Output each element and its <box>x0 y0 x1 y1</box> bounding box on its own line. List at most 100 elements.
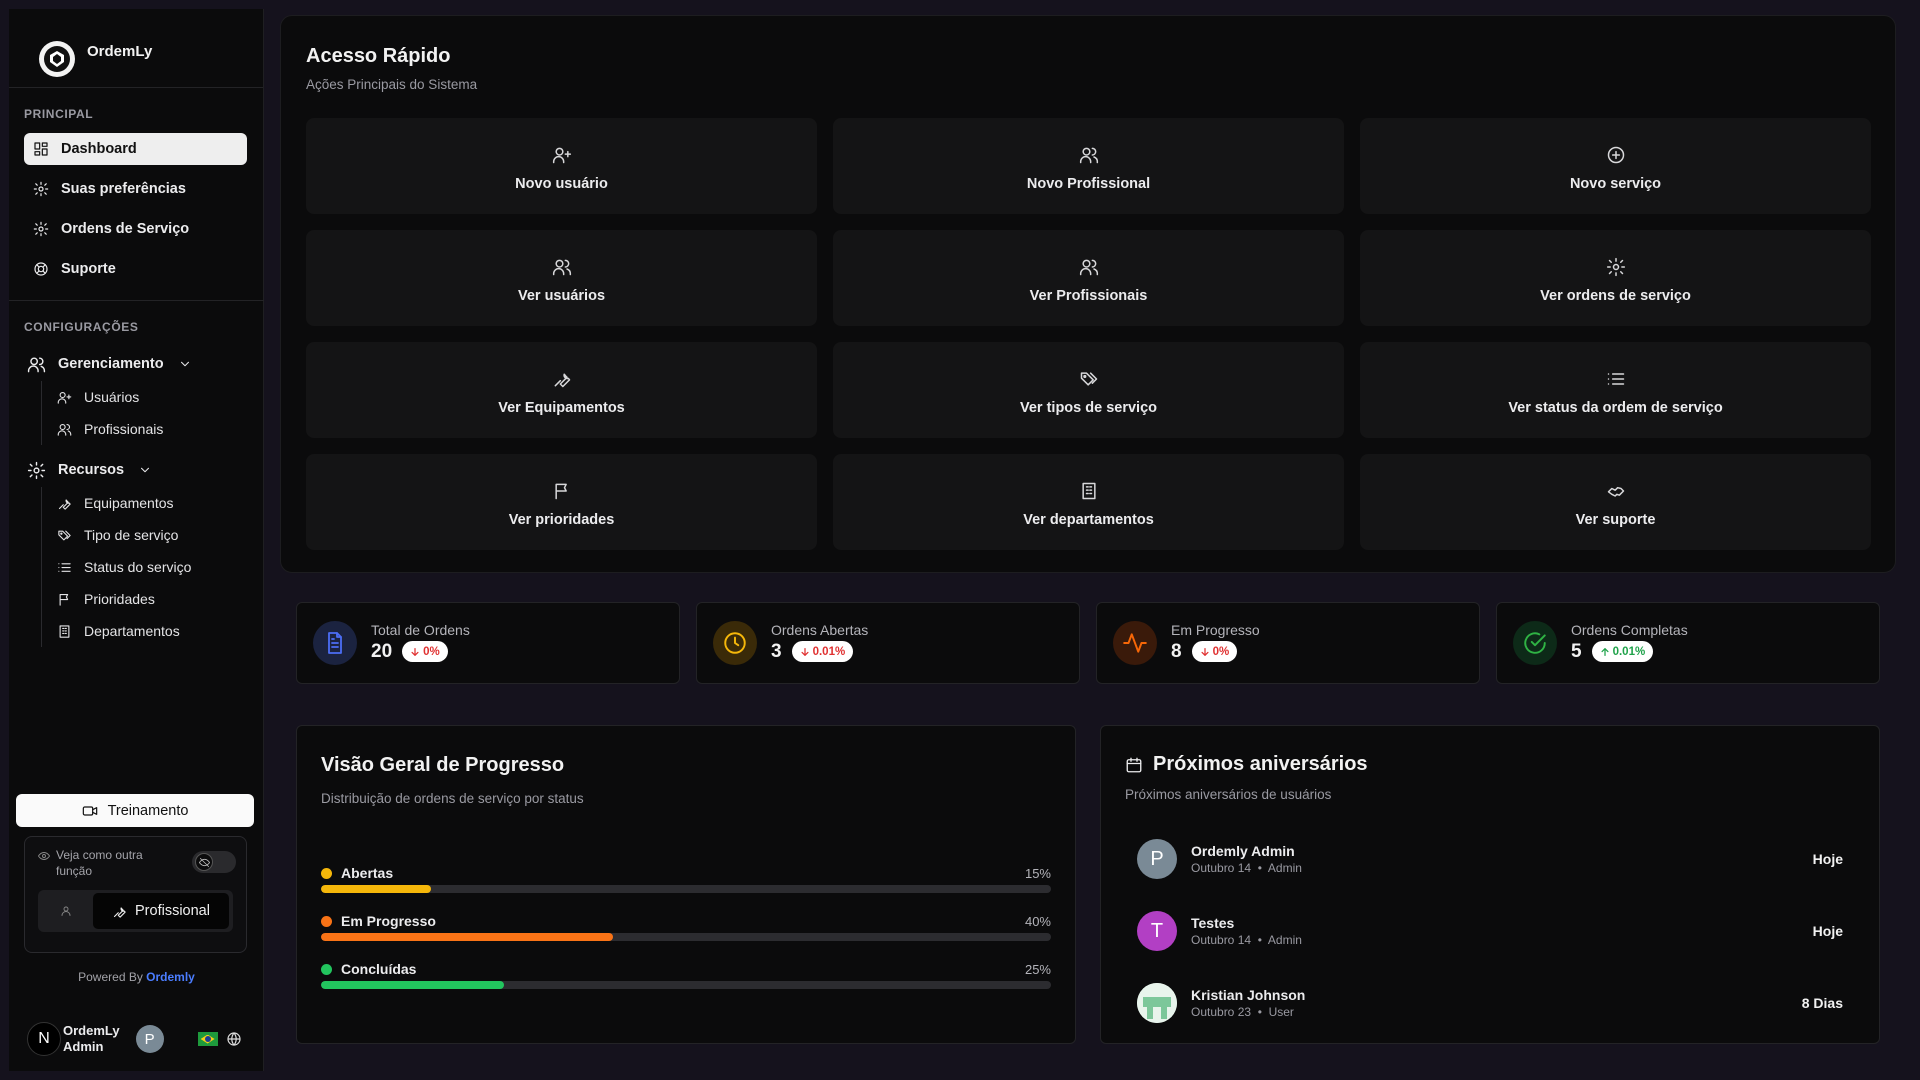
sidebar-item-prioridades[interactable]: Prioridades <box>57 583 264 615</box>
training-label: Treinamento <box>107 802 189 819</box>
progress-track <box>321 885 1051 893</box>
avatar: P <box>1137 839 1177 879</box>
role-option-profissional[interactable]: Profissional <box>93 893 229 929</box>
stat-value: 3 <box>771 640 782 662</box>
person-name: Testes <box>1191 915 1235 931</box>
quick-action-new-service[interactable]: Novo serviço <box>1360 118 1871 214</box>
sidebar-item-status-servico[interactable]: Status do serviço <box>57 551 264 583</box>
progress-label: Em Progresso <box>341 913 436 929</box>
users-icon <box>27 356 46 372</box>
sidebar-item-profissionais[interactable]: Profissionais <box>57 413 264 445</box>
quick-action-view-priorities[interactable]: Ver prioridades <box>306 454 817 550</box>
role-active-label: Profissional <box>135 903 210 919</box>
quick-action-new-professional[interactable]: Novo Profissional <box>833 118 1344 214</box>
birthday-item[interactable]: P Ordemly Admin Outubro 14 • Admin Hoje <box>1137 837 1843 881</box>
birthday-when: Hoje <box>1812 851 1843 867</box>
sidebar-item-usuarios[interactable]: Usuários <box>57 381 264 413</box>
lifebuoy-icon <box>34 262 48 276</box>
role-switcher: Veja como outra função Profissional <box>24 836 247 953</box>
building-icon <box>59 624 70 638</box>
sidebar-item-service-orders[interactable]: Ordens de Serviço <box>24 213 247 245</box>
plus-circle-icon <box>1607 146 1624 163</box>
birthday-when: Hoje <box>1812 923 1843 939</box>
group-label: Recursos <box>58 462 125 478</box>
gear-icon <box>33 181 49 197</box>
user-name[interactable]: OrdemLy Admin <box>63 1023 120 1055</box>
quick-action-view-departments[interactable]: Ver departamentos <box>833 454 1344 550</box>
training-button[interactable]: Treinamento <box>16 794 254 827</box>
clock-icon <box>713 621 757 665</box>
dashboard-icon <box>34 142 48 156</box>
status-dot <box>321 867 332 879</box>
users-icon <box>552 259 571 275</box>
sidebar-item-label: Profissionais <box>84 421 164 437</box>
birthday-when: 8 Dias <box>1801 995 1843 1011</box>
chevron-down-icon <box>180 361 189 367</box>
birthday-item[interactable]: T Testes Outubro 14 • Admin Hoje <box>1137 909 1843 953</box>
brand[interactable]: OrdemLy <box>9 9 263 88</box>
stat-card-completed[interactable]: Ordens Completas 5 0.01% <box>1496 602 1880 684</box>
role-view-toggle[interactable] <box>192 851 236 873</box>
users-icon <box>57 423 72 436</box>
user-plus-icon <box>552 147 571 163</box>
powered-prefix: Powered By <box>78 970 143 984</box>
quick-action-view-order-status[interactable]: Ver status da ordem de serviço <box>1360 342 1871 438</box>
powered-by: Powered By Ordemly <box>9 970 264 984</box>
progress-fill <box>321 933 613 941</box>
birthday-item[interactable]: Kristian Johnson Outubro 23 • User 8 Dia… <box>1137 981 1843 1025</box>
stat-value: 8 <box>1171 640 1182 662</box>
quick-action-label: Ver Profissionais <box>1029 287 1148 304</box>
progress-fill <box>321 885 431 893</box>
sidebar-item-tipo-servico[interactable]: Tipo de serviço <box>57 519 264 551</box>
quick-action-new-user[interactable]: Novo usuário <box>306 118 817 214</box>
progress-fill <box>321 981 504 989</box>
quick-action-label: Ver ordens de serviço <box>1540 287 1691 304</box>
users-icon <box>1079 147 1098 163</box>
sidebar-item-label: Ordens de Serviço <box>61 221 190 237</box>
stat-card-in-progress[interactable]: Em Progresso 8 0% <box>1096 602 1480 684</box>
sidebar-item-support[interactable]: Suporte <box>24 253 247 285</box>
gear-icon <box>27 461 46 479</box>
quick-action-label: Ver prioridades <box>508 511 615 528</box>
gear-icon <box>1606 257 1625 276</box>
globe-icon[interactable] <box>226 1031 242 1047</box>
progress-track <box>321 981 1051 989</box>
quick-action-view-users[interactable]: Ver usuários <box>306 230 817 326</box>
arrow-down-icon <box>1201 647 1209 656</box>
calendar-icon <box>1126 757 1142 772</box>
sidebar: OrdemLy PRINCIPAL Dashboard Suas preferê… <box>9 9 264 1071</box>
sidebar-item-equipamentos[interactable]: Equipamentos <box>57 487 264 519</box>
users-icon <box>1079 259 1098 275</box>
sidebar-item-preferences[interactable]: Suas preferências <box>24 173 247 205</box>
status-dot <box>321 963 332 975</box>
quick-action-view-professionals[interactable]: Ver Profissionais <box>833 230 1344 326</box>
principal-nav: Dashboard Suas preferências Ordens de Se… <box>24 133 247 293</box>
quick-action-view-service-types[interactable]: Ver tipos de serviço <box>833 342 1344 438</box>
role-option-user[interactable] <box>38 905 93 917</box>
brazil-flag-icon[interactable] <box>197 1032 218 1046</box>
stat-card-total-orders[interactable]: Total de Ordens 20 0% <box>296 602 680 684</box>
stat-card-open-orders[interactable]: Ordens Abertas 3 0.01% <box>696 602 1080 684</box>
group-gerenciamento[interactable]: Gerenciamento <box>9 349 264 379</box>
user-plus-icon <box>57 391 72 404</box>
person-meta: Outubro 14 • Admin <box>1191 933 1302 947</box>
quick-action-view-service-orders[interactable]: Ver ordens de serviço <box>1360 230 1871 326</box>
powered-brand[interactable]: Ordemly <box>146 970 195 984</box>
sidebar-item-departamentos[interactable]: Departamentos <box>57 615 264 647</box>
tags-icon <box>1080 371 1097 386</box>
sidebar-item-label: Suas preferências <box>61 181 186 197</box>
stat-label: Em Progresso <box>1171 621 1260 638</box>
profile-avatar[interactable]: P <box>135 1025 164 1053</box>
user-avatar[interactable]: N <box>27 1022 61 1056</box>
quick-action-view-support[interactable]: Ver suporte <box>1360 454 1871 550</box>
quick-action-view-equipment[interactable]: Ver Equipamentos <box>306 342 817 438</box>
config-nav: Gerenciamento Usuários Profissionais Rec… <box>9 349 264 647</box>
sidebar-item-dashboard[interactable]: Dashboard <box>24 133 247 165</box>
person-meta: Outubro 23 • User <box>1191 1005 1294 1019</box>
sidebar-item-label: Departamentos <box>84 623 180 639</box>
section-label-config: CONFIGURAÇÕES <box>24 320 139 334</box>
section-label-principal: PRINCIPAL <box>24 107 94 121</box>
stat-label: Total de Ordens <box>371 621 470 638</box>
trend-value: 0.01% <box>1612 645 1646 658</box>
group-recursos[interactable]: Recursos <box>9 455 264 485</box>
